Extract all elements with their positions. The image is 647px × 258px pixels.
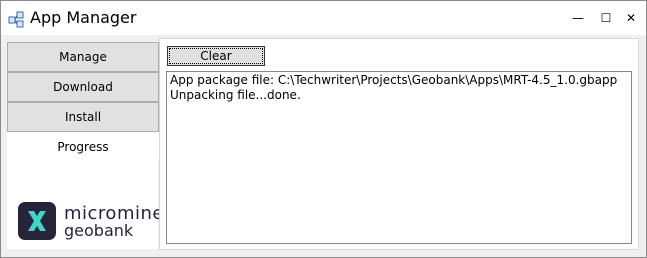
progress-log[interactable]: App package file: C:\Techwriter\Projects… [166, 71, 632, 244]
micromine-geobank-logo: micromine geobank [18, 202, 163, 242]
clear-button[interactable]: Clear [167, 46, 265, 66]
log-line-unpacking: Unpacking file...done. [170, 88, 301, 102]
nav-manage-button[interactable]: Manage [7, 42, 159, 72]
maximize-button[interactable]: ☐ [598, 10, 614, 26]
nav-progress-tab[interactable]: Progress [7, 132, 159, 161]
nav-install-button[interactable]: Install [7, 102, 159, 132]
minimize-button[interactable]: — [570, 10, 586, 26]
log-line-package-file: App package file: C:\Techwriter\Projects… [170, 73, 618, 87]
micromine-x-logo-icon [18, 202, 56, 240]
title-bar: App Manager — ☐ ✕ [1, 1, 646, 35]
nav-download-button[interactable]: Download [7, 72, 159, 102]
app-manager-icon [8, 10, 26, 28]
window-title: App Manager [30, 8, 137, 27]
logo-text-geobank: geobank [64, 221, 134, 240]
close-button[interactable]: ✕ [623, 10, 639, 26]
sidebar: Manage Download Install Progress micromi… [7, 42, 163, 249]
